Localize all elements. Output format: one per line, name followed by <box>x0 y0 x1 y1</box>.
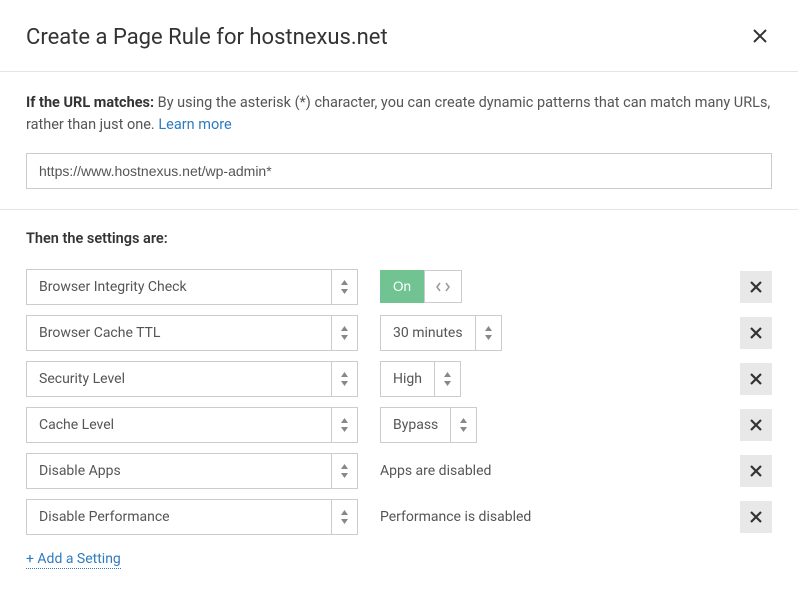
setting-name: Disable Performance <box>27 500 331 534</box>
value-select[interactable]: 30 minutes <box>380 315 502 351</box>
settings-label: Then the settings are: <box>26 230 772 247</box>
setting-select[interactable]: Browser Integrity Check <box>26 269 358 305</box>
static-value: Performance is disabled <box>380 509 531 525</box>
setting-name: Security Level <box>27 362 331 396</box>
value-label: High <box>381 362 434 396</box>
close-button[interactable] <box>748 24 772 51</box>
delete-button[interactable] <box>740 409 772 441</box>
url-label-strong: If the URL matches: <box>26 94 154 111</box>
setting-select[interactable]: Cache Level <box>26 407 358 443</box>
setting-row: Disable Apps Apps are disabled <box>26 453 772 489</box>
setting-select[interactable]: Disable Performance <box>26 499 358 535</box>
close-icon <box>752 28 768 44</box>
delete-button[interactable] <box>740 363 772 395</box>
static-value: Apps are disabled <box>380 463 491 479</box>
select-handle[interactable] <box>331 408 357 442</box>
setting-row: Browser Integrity Check On <box>26 269 772 305</box>
sort-icon <box>340 280 349 294</box>
delete-button[interactable] <box>740 455 772 487</box>
setting-row: Browser Cache TTL 30 minutes <box>26 315 772 351</box>
select-handle[interactable] <box>331 454 357 488</box>
url-help-text: If the URL matches: By using the asteris… <box>26 92 772 137</box>
delete-button[interactable] <box>740 501 772 533</box>
setting-row: Cache Level Bypass <box>26 407 772 443</box>
x-icon <box>750 327 762 339</box>
setting-row: Security Level High <box>26 361 772 397</box>
settings-section: Then the settings are: Browser Integrity… <box>0 210 798 589</box>
add-setting-link[interactable]: + Add a Setting <box>26 551 121 569</box>
sort-icon <box>484 326 493 340</box>
sort-icon <box>340 464 349 478</box>
x-icon <box>750 511 762 523</box>
value-select[interactable]: High <box>380 361 461 397</box>
sort-icon <box>340 418 349 432</box>
value-column: Performance is disabled <box>380 509 740 525</box>
setting-name: Cache Level <box>27 408 331 442</box>
sort-icon <box>340 372 349 386</box>
setting-select[interactable]: Browser Cache TTL <box>26 315 358 351</box>
modal-header: Create a Page Rule for hostnexus.net <box>0 0 798 72</box>
sort-icon <box>340 326 349 340</box>
x-icon <box>750 281 762 293</box>
sort-icon <box>459 418 468 432</box>
value-label: Bypass <box>381 408 450 442</box>
toggle-group: On <box>380 270 462 303</box>
select-handle[interactable] <box>434 362 460 396</box>
value-column: Bypass <box>380 407 740 443</box>
select-handle[interactable] <box>450 408 476 442</box>
toggle-on-button[interactable]: On <box>380 270 424 303</box>
value-column: On <box>380 270 740 303</box>
setting-row: Disable Performance Performance is disab… <box>26 499 772 535</box>
sort-icon <box>340 510 349 524</box>
toggle-off-button[interactable] <box>424 270 462 303</box>
sort-icon <box>443 372 452 386</box>
x-icon <box>750 419 762 431</box>
learn-more-link[interactable]: Learn more <box>158 116 231 133</box>
select-handle[interactable] <box>331 316 357 350</box>
setting-name: Browser Integrity Check <box>27 270 331 304</box>
delete-button[interactable] <box>740 271 772 303</box>
arrows-icon <box>436 282 450 292</box>
value-column: High <box>380 361 740 397</box>
x-icon <box>750 373 762 385</box>
modal-title: Create a Page Rule for hostnexus.net <box>26 25 388 50</box>
delete-button[interactable] <box>740 317 772 349</box>
x-icon <box>750 465 762 477</box>
setting-name: Disable Apps <box>27 454 331 488</box>
value-label: 30 minutes <box>381 316 475 350</box>
url-input[interactable] <box>26 153 772 189</box>
setting-select[interactable]: Security Level <box>26 361 358 397</box>
setting-select[interactable]: Disable Apps <box>26 453 358 489</box>
value-column: Apps are disabled <box>380 463 740 479</box>
value-column: 30 minutes <box>380 315 740 351</box>
select-handle[interactable] <box>331 500 357 534</box>
setting-name: Browser Cache TTL <box>27 316 331 350</box>
select-handle[interactable] <box>331 270 357 304</box>
select-handle[interactable] <box>475 316 501 350</box>
url-match-section: If the URL matches: By using the asteris… <box>0 72 798 210</box>
select-handle[interactable] <box>331 362 357 396</box>
value-select[interactable]: Bypass <box>380 407 477 443</box>
